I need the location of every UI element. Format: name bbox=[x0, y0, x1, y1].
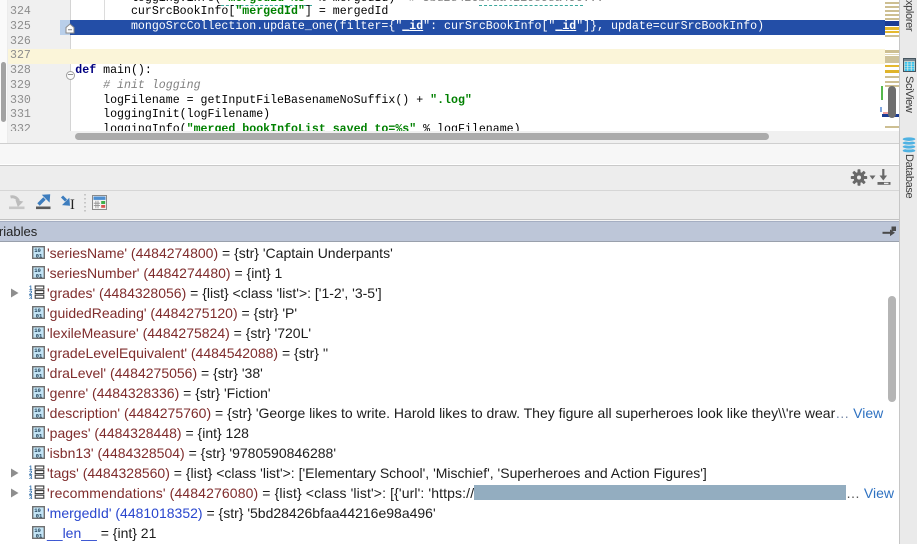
svg-text:01: 01 bbox=[35, 513, 42, 520]
svg-text:3: 3 bbox=[29, 476, 33, 480]
svg-text:01: 01 bbox=[35, 393, 42, 400]
svg-text:01: 01 bbox=[35, 433, 42, 440]
svg-text:01: 01 bbox=[35, 273, 42, 280]
svg-text:01: 01 bbox=[35, 353, 42, 360]
svg-text:01: 01 bbox=[35, 413, 42, 420]
svg-text:01: 01 bbox=[35, 253, 42, 260]
svg-text:01: 01 bbox=[35, 453, 42, 460]
svg-text:3: 3 bbox=[29, 296, 33, 300]
svg-text:01: 01 bbox=[35, 313, 42, 320]
svg-text:01: 01 bbox=[35, 533, 42, 540]
svg-text:01: 01 bbox=[35, 373, 42, 380]
svg-text:3: 3 bbox=[29, 496, 33, 500]
svg-text:01: 01 bbox=[35, 333, 42, 340]
svg-text:I: I bbox=[70, 197, 75, 213]
